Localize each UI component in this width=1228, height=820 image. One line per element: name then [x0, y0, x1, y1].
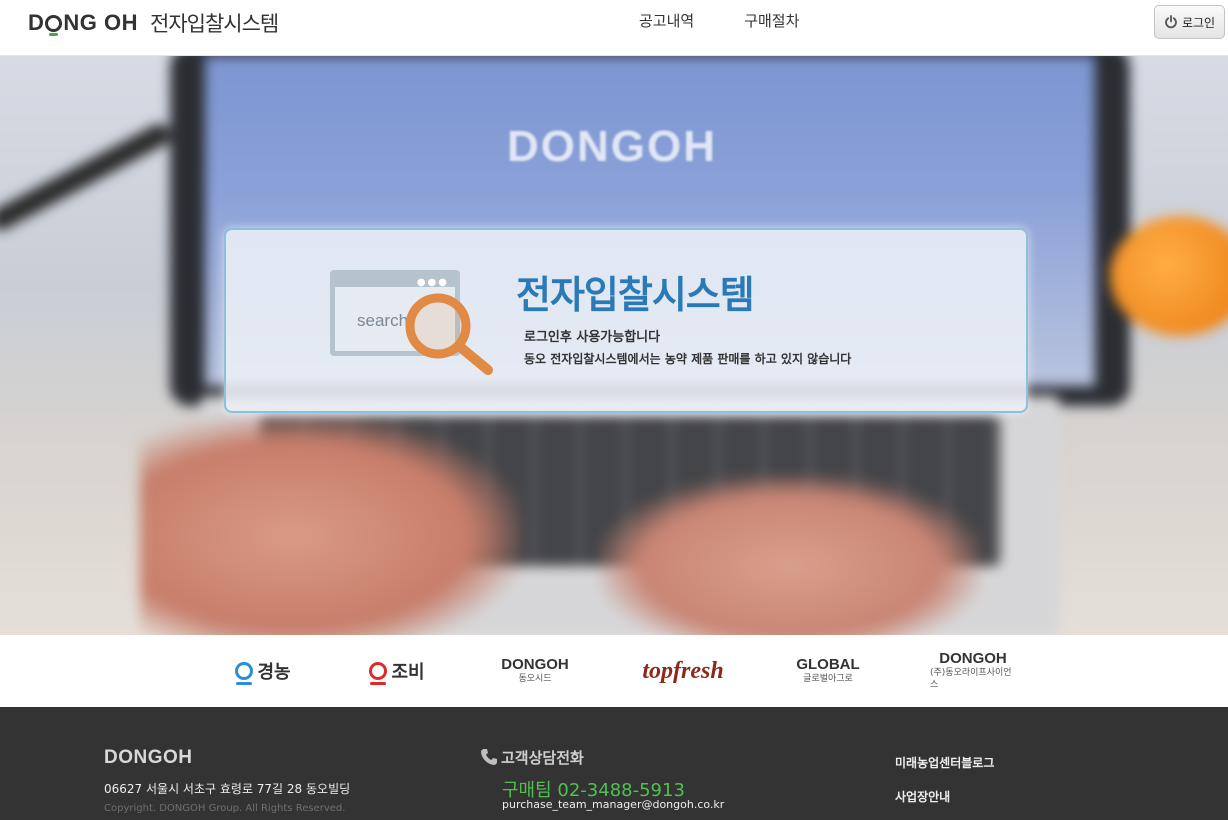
- login-button[interactable]: 로그인: [1154, 5, 1225, 39]
- hero-banner: DONGOH ●●● search 전자입찰시스템 로그인후 사용가능합니다 동…: [0, 56, 1228, 635]
- chobi-logo-icon: [369, 662, 388, 685]
- purchase-team-email[interactable]: purchase_team_manager@dongoh.co.kr: [502, 798, 724, 811]
- system-title: 전자입찰시스템: [150, 12, 279, 36]
- site-footer: DONGOH 06627 서울시 서초구 효령로 77길 28 동오빌딩 Cop…: [0, 707, 1228, 820]
- power-icon: [1164, 15, 1178, 29]
- footer-logo: DONGOH: [104, 747, 193, 768]
- partner-logos: 경농 조비 DONGOH 동오시드 topfresh GLOBAL 글로벌아그로…: [0, 635, 1228, 707]
- partner-kyungnong[interactable]: 경농: [228, 651, 298, 691]
- search-illustration-icon: ●●● search: [330, 268, 510, 378]
- site-header: D NG OH 전자입찰시스템 공고내역 구매절차 로그인: [0, 0, 1228, 56]
- partner-global-agro[interactable]: GLOBAL 글로벌아그로: [790, 651, 866, 691]
- main-nav: 공고내역 구매절차: [639, 10, 799, 31]
- partner-chobi[interactable]: 조비: [362, 651, 432, 691]
- dongoh-logo: D NG OH: [28, 10, 139, 36]
- login-label: 로그인: [1181, 15, 1216, 30]
- partner-topfresh[interactable]: topfresh: [640, 651, 726, 691]
- magnifier-icon: [405, 293, 493, 375]
- screen-logo: DONGOH: [507, 122, 717, 171]
- panel-title: 전자입찰시스템: [516, 273, 755, 317]
- partner-dongoh-seed[interactable]: DONGOH 동오시드: [494, 651, 576, 691]
- footer-link-blog[interactable]: 미래농업센터블로그: [895, 754, 994, 771]
- info-panel: ●●● search 전자입찰시스템 로그인후 사용가능합니다 동오 전자입찰시…: [224, 228, 1028, 413]
- footer-copyright: Copyright. DONGOH Group. All Rights Rese…: [104, 803, 346, 814]
- customer-service-title: 고객상담전화: [501, 749, 584, 767]
- footer-address: 06627 서울시 서초구 효령로 77길 28 동오빌딩: [104, 782, 351, 796]
- phone-icon: [481, 749, 497, 765]
- kyungnong-logo-icon: [235, 662, 254, 685]
- panel-notice-sales: 동오 전자입찰시스템에서는 농약 제품 판매를 하고 있지 않습니다: [524, 352, 852, 366]
- nav-item-notices[interactable]: 공고내역: [639, 10, 694, 31]
- panel-notice-login: 로그인후 사용가능합니다: [524, 330, 661, 345]
- site-logo[interactable]: D NG OH 전자입찰시스템: [28, 8, 279, 38]
- partner-dongoh-lifescience[interactable]: DONGOH (주)동오라이프사이언스: [930, 651, 1016, 691]
- nav-item-procedure[interactable]: 구매절차: [744, 10, 799, 31]
- footer-link-locations[interactable]: 사업장안내: [895, 788, 950, 805]
